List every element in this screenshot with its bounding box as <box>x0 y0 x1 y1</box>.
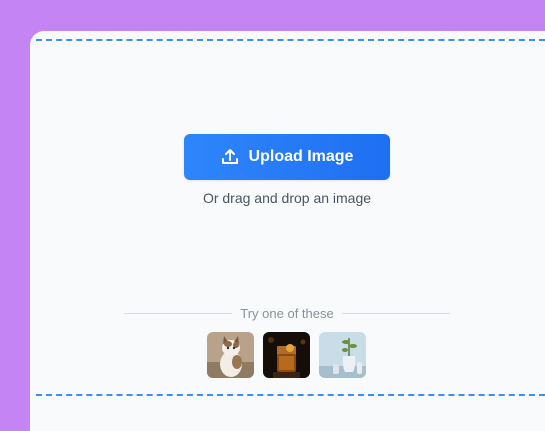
dropzone-border-top <box>36 39 545 41</box>
dropzone-border-bottom <box>36 394 545 396</box>
upload-icon <box>221 149 238 164</box>
divider-line-right <box>341 312 450 314</box>
examples-divider: Try one of these <box>124 304 450 322</box>
example-thumbnails <box>207 332 366 378</box>
upload-button-label: Upload Image <box>248 148 354 165</box>
divider-line-left <box>124 312 233 314</box>
examples-heading: Try one of these <box>240 305 334 321</box>
example-drink-thumbnail[interactable] <box>263 332 310 378</box>
drag-drop-hint: Or drag and drop an image <box>202 190 372 206</box>
upload-image-button[interactable]: Upload Image <box>184 134 390 180</box>
example-cat-thumbnail[interactable] <box>207 332 254 378</box>
example-vase-thumbnail[interactable] <box>319 332 366 378</box>
